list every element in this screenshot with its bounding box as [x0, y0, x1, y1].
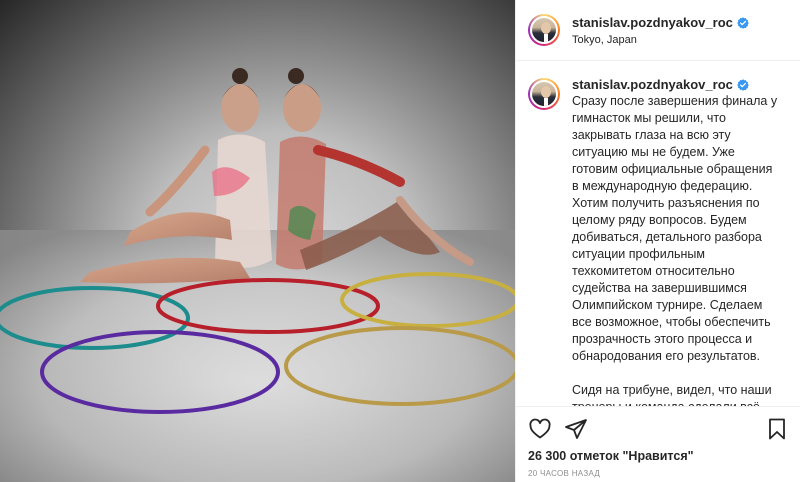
- gymnast-right: [276, 68, 474, 270]
- caption-username[interactable]: stanislav.pozdnyakov_roc: [572, 76, 749, 93]
- verified-badge-icon: [737, 78, 749, 91]
- author-username[interactable]: stanislav.pozdnyakov_roc: [572, 14, 749, 32]
- bookmark-icon[interactable]: [766, 417, 788, 441]
- post-header: stanislav.pozdnyakov_roc Tokyo, Japan: [516, 0, 800, 61]
- caption-scroll-area[interactable]: stanislav.pozdnyakov_roc Сразу после зав…: [516, 62, 800, 406]
- gymnasts-with-hoops-image: [0, 68, 515, 482]
- post-location[interactable]: Tokyo, Japan: [572, 33, 749, 48]
- post-side-panel: stanislav.pozdnyakov_roc Tokyo, Japan st…: [515, 0, 800, 482]
- post-photo[interactable]: [0, 0, 515, 482]
- caption-paragraph-1: Сразу после завершения финала у гимнасто…: [572, 94, 778, 363]
- post-actions: 26 300 отметок "Нравится" 20 часов назад: [516, 406, 800, 482]
- verified-badge-icon: [737, 16, 749, 29]
- paper-plane-icon[interactable]: [564, 417, 588, 441]
- author-username-text[interactable]: stanislav.pozdnyakov_roc: [572, 14, 733, 32]
- avatar[interactable]: [528, 14, 560, 46]
- heart-icon[interactable]: [528, 417, 552, 441]
- post-timestamp[interactable]: 20 часов назад: [528, 469, 788, 478]
- caption-paragraph-2: Сидя на трибуне, видел, что наши тренеры…: [572, 383, 772, 406]
- caption: stanislav.pozdnyakov_roc Сразу после зав…: [572, 76, 780, 406]
- likes-count[interactable]: 26 300 отметок "Нравится": [528, 449, 788, 463]
- caption-username-text[interactable]: stanislav.pozdnyakov_roc: [572, 76, 733, 93]
- caption-avatar[interactable]: [528, 78, 560, 110]
